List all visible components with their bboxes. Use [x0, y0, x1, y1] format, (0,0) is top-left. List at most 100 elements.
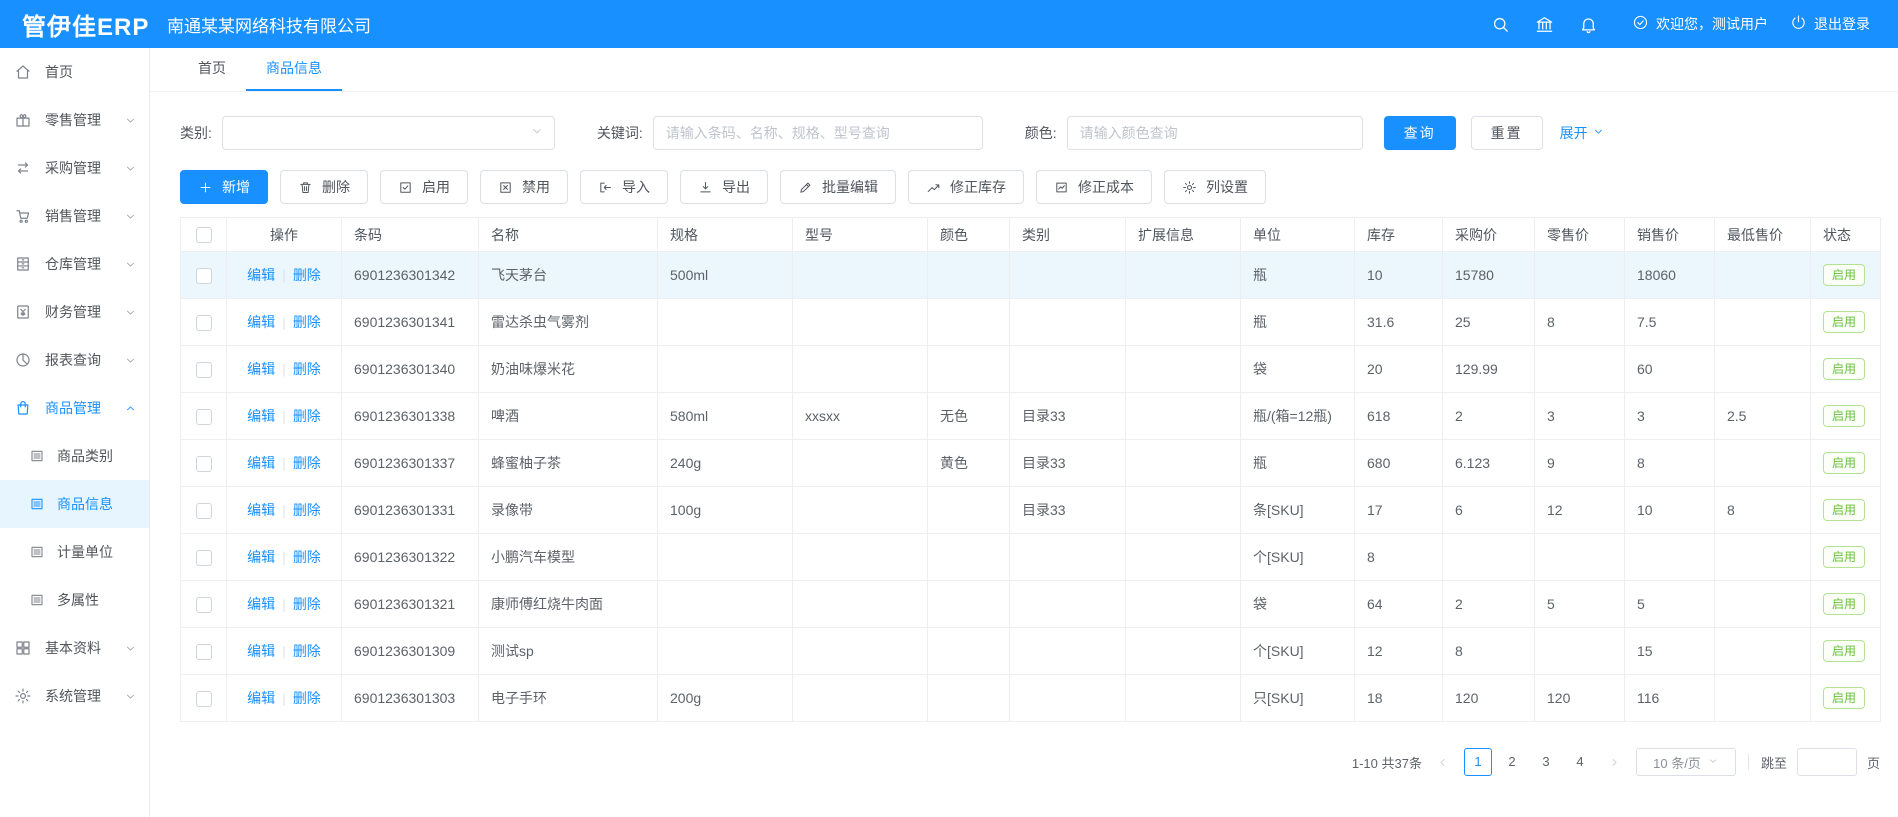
gear-button[interactable]: 列设置 [1164, 170, 1266, 204]
tab-首页[interactable]: 首页 [178, 47, 246, 91]
delete-link[interactable]: 删除 [293, 502, 321, 518]
bell-icon[interactable] [1566, 0, 1610, 48]
sidebar-item-label: 系统管理 [45, 686, 101, 706]
row-checkbox[interactable] [196, 644, 212, 660]
edit-button[interactable]: 批量编辑 [780, 170, 896, 204]
cell-status: 启用 [1811, 299, 1881, 346]
row-checkbox[interactable] [196, 597, 212, 613]
app-logo: 管伊佳ERP [0, 7, 167, 42]
sidebar-item-product-top[interactable]: 商品管理 [0, 384, 149, 432]
sidebar-item-purchase-top[interactable]: 采购管理 [0, 144, 149, 192]
jump-page-input[interactable] [1797, 748, 1857, 776]
page-button-3[interactable]: 3 [1532, 748, 1560, 776]
export-button[interactable]: 导出 [680, 170, 768, 204]
delete-link[interactable]: 删除 [293, 596, 321, 612]
sidebar-item-retail-top[interactable]: 零售管理 [0, 96, 149, 144]
status-badge: 启用 [1823, 546, 1865, 568]
next-page-button[interactable] [1604, 748, 1626, 776]
cell-spec [658, 346, 793, 393]
table-row: 编辑|删除6901236301331录像带100g目录33条[SKU]17612… [181, 487, 1881, 534]
plus-button[interactable]: 新增 [180, 170, 268, 204]
sidebar-item-list-sub[interactable]: 商品类别 [0, 432, 149, 480]
toolbar-button-label: 删除 [322, 177, 350, 197]
sidebar-item-list-sub[interactable]: 商品信息 [0, 480, 149, 528]
edit-link[interactable]: 编辑 [247, 549, 275, 565]
prev-page-button[interactable] [1432, 748, 1454, 776]
topbar: 管伊佳ERP 南通某某网络科技有限公司 欢迎您，测试用户 退出登录 [0, 0, 1898, 48]
check-square-button[interactable]: 启用 [380, 170, 468, 204]
page-button-1[interactable]: 1 [1464, 748, 1492, 776]
edit-link[interactable]: 编辑 [247, 596, 275, 612]
chart-line-icon [926, 180, 941, 195]
chart-box-button[interactable]: 修正成本 [1036, 170, 1152, 204]
edit-link[interactable]: 编辑 [247, 690, 275, 706]
row-checkbox[interactable] [196, 268, 212, 284]
search-icon[interactable] [1478, 0, 1522, 48]
sidebar-item-home-top[interactable]: 首页 [0, 48, 149, 96]
row-checkbox[interactable] [196, 503, 212, 519]
bank-icon[interactable] [1522, 0, 1566, 48]
chart-line-button[interactable]: 修正库存 [908, 170, 1024, 204]
sidebar-item-sales-top[interactable]: 销售管理 [0, 192, 149, 240]
select-all-checkbox[interactable] [196, 227, 212, 243]
sidebar-item-warehouse-top[interactable]: 仓库管理 [0, 240, 149, 288]
page-size-select[interactable]: 10 条/页 [1636, 748, 1736, 776]
expand-link[interactable]: 展开 [1560, 123, 1605, 143]
delete-link[interactable]: 删除 [293, 643, 321, 659]
cell-unit: 袋 [1241, 581, 1355, 628]
column-header: 名称 [479, 218, 658, 252]
edit-link[interactable]: 编辑 [247, 643, 275, 659]
page-button-4[interactable]: 4 [1566, 748, 1594, 776]
cell-model [793, 628, 928, 675]
cell-model [793, 534, 928, 581]
category-select[interactable] [222, 116, 555, 150]
row-checkbox[interactable] [196, 362, 212, 378]
sidebar-item-gear-top[interactable]: 系统管理 [0, 672, 149, 720]
logout-text: 退出登录 [1814, 14, 1870, 34]
cell-name: 电子手环 [479, 675, 658, 722]
cell-ext [1126, 534, 1241, 581]
edit-link[interactable]: 编辑 [247, 314, 275, 330]
trash-button[interactable]: 删除 [280, 170, 368, 204]
sidebar-item-report-top[interactable]: 报表查询 [0, 336, 149, 384]
sidebar-item-label: 基本资料 [45, 638, 101, 658]
column-header: 规格 [658, 218, 793, 252]
delete-link[interactable]: 删除 [293, 455, 321, 471]
delete-link[interactable]: 删除 [293, 314, 321, 330]
row-checkbox[interactable] [196, 691, 212, 707]
delete-link[interactable]: 删除 [293, 690, 321, 706]
search-button[interactable]: 查询 [1384, 116, 1456, 150]
edit-link[interactable]: 编辑 [247, 455, 275, 471]
sidebar-item-list-sub[interactable]: 多属性 [0, 576, 149, 624]
delete-link[interactable]: 删除 [293, 549, 321, 565]
logout-button[interactable]: 退出登录 [1790, 14, 1870, 34]
page-button-2[interactable]: 2 [1498, 748, 1526, 776]
tab-商品信息[interactable]: 商品信息 [246, 47, 342, 91]
edit-link[interactable]: 编辑 [247, 361, 275, 377]
welcome-user[interactable]: 欢迎您，测试用户 [1632, 14, 1768, 34]
edit-link[interactable]: 编辑 [247, 267, 275, 283]
import-button[interactable]: 导入 [580, 170, 668, 204]
row-checkbox[interactable] [196, 550, 212, 566]
row-checkbox[interactable] [196, 456, 212, 472]
cell-ext [1126, 581, 1241, 628]
cell-purchase: 15780 [1443, 252, 1535, 299]
delete-link[interactable]: 删除 [293, 408, 321, 424]
edit-link[interactable]: 编辑 [247, 408, 275, 424]
color-input[interactable] [1067, 116, 1363, 150]
sidebar-item-finance-top[interactable]: 财务管理 [0, 288, 149, 336]
x-square-button[interactable]: 禁用 [480, 170, 568, 204]
reset-button[interactable]: 重置 [1471, 116, 1543, 150]
delete-link[interactable]: 删除 [293, 361, 321, 377]
chevron-down-icon [124, 114, 137, 127]
edit-link[interactable]: 编辑 [247, 502, 275, 518]
chevron-down-icon [530, 124, 544, 143]
row-checkbox[interactable] [196, 315, 212, 331]
keyword-input[interactable] [653, 116, 983, 150]
sidebar-item-label: 销售管理 [45, 206, 101, 226]
edit-icon [798, 180, 813, 195]
row-checkbox[interactable] [196, 409, 212, 425]
delete-link[interactable]: 删除 [293, 267, 321, 283]
sidebar-item-list-sub[interactable]: 计量单位 [0, 528, 149, 576]
sidebar-item-grid-top[interactable]: 基本资料 [0, 624, 149, 672]
